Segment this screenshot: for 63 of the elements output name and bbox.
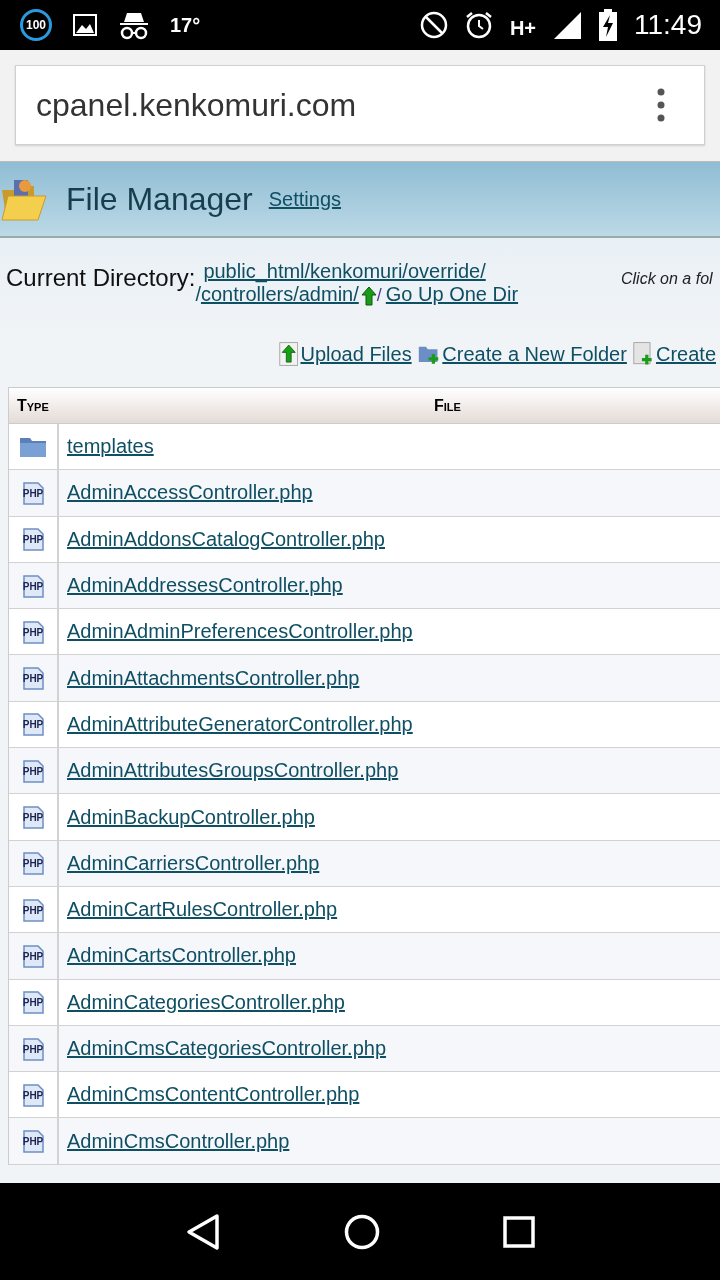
action-link[interactable]: Create a New Folder (442, 342, 627, 366)
image-icon (72, 13, 98, 37)
php-file-icon: PHP (20, 757, 46, 784)
php-file-icon: PHP (20, 1128, 46, 1155)
action-link[interactable]: Create (655, 342, 716, 366)
battery-charging-icon (598, 9, 618, 41)
clock: 11:49 (634, 9, 702, 41)
directory-label: Current Directory: (6, 264, 196, 291)
php-file-icon: PHP (20, 1081, 46, 1108)
path-link[interactable]: controllers/admin/ (200, 283, 359, 306)
file-link[interactable]: AdminCmsContentController.php (67, 1083, 360, 1107)
file-link[interactable]: AdminBackupController.php (67, 805, 315, 829)
temperature: 17° (170, 13, 201, 37)
file-link[interactable]: AdminAttachmentsController.php (67, 666, 360, 690)
incognito-icon (118, 10, 150, 40)
column-header: File (434, 396, 461, 415)
php-file-icon: PHP (20, 804, 46, 830)
file-link[interactable]: AdminAttributesGroupsController.php (67, 759, 399, 783)
php-file-icon: PHP (20, 572, 46, 599)
home-icon[interactable] (344, 1213, 380, 1250)
file-link[interactable]: AdminCmsCategoriesController.php (67, 1037, 387, 1060)
php-file-icon: PHP (20, 989, 46, 1016)
php-file-icon: PHP (20, 711, 46, 738)
php-file-icon: PHP (20, 618, 46, 645)
recent-apps-icon[interactable] (502, 1215, 535, 1248)
menu-icon[interactable] (656, 88, 666, 122)
file-link[interactable]: AdminCarriersController.php (67, 851, 320, 875)
php-file-icon: PHP (20, 526, 46, 553)
file-link[interactable]: AdminAddonsCatalogController.php (67, 527, 385, 551)
upload-icon (279, 339, 299, 369)
php-file-icon: PHP (20, 479, 46, 506)
file-link[interactable]: AdminAccessController.php (67, 481, 313, 505)
file-link[interactable]: AdminCategoriesController.php (67, 990, 345, 1014)
do-not-disturb-icon (419, 11, 448, 39)
folder-icon (19, 435, 47, 458)
up-arrow-icon (360, 286, 377, 306)
notification-badge: 100 (20, 9, 52, 41)
path-link[interactable]: public_html/kenkomuri/override/ (203, 260, 519, 283)
path-separator: / (376, 285, 382, 306)
network-type: H+ (509, 17, 536, 40)
action-link[interactable]: Upload Files (300, 342, 412, 366)
go-up-link[interactable]: Go Up One Dir (385, 283, 519, 306)
page-title: File Manager (66, 180, 253, 218)
url-text: cpanel.kenkomuri.com (36, 86, 357, 124)
php-file-icon: PHP (20, 1035, 46, 1062)
signal-icon (552, 10, 582, 40)
php-file-icon: PHP (20, 896, 46, 923)
file-link[interactable]: AdminAddressesController.php (67, 574, 343, 598)
file-link[interactable]: AdminCartRulesController.php (67, 898, 338, 922)
file-link[interactable]: AdminAdminPreferencesController.php (67, 620, 413, 644)
php-file-icon: PHP (20, 942, 46, 969)
path-separator: / (195, 283, 201, 306)
file-link[interactable]: AdminCartsController.php (67, 944, 296, 968)
file-link[interactable]: AdminCmsController.php (67, 1129, 290, 1153)
back-icon[interactable] (185, 1212, 222, 1251)
settings-link[interactable]: Settings (268, 187, 341, 211)
php-file-icon: PHP (20, 850, 46, 877)
hint-text: Click on a fol (621, 270, 713, 288)
file-link[interactable]: AdminAttributeGeneratorController.php (67, 712, 413, 736)
php-file-icon: PHP (20, 665, 46, 692)
column-header: Type (16, 396, 50, 415)
address-bar[interactable]: cpanel.kenkomuri.com (15, 65, 705, 145)
file-link[interactable]: templates (67, 435, 154, 459)
